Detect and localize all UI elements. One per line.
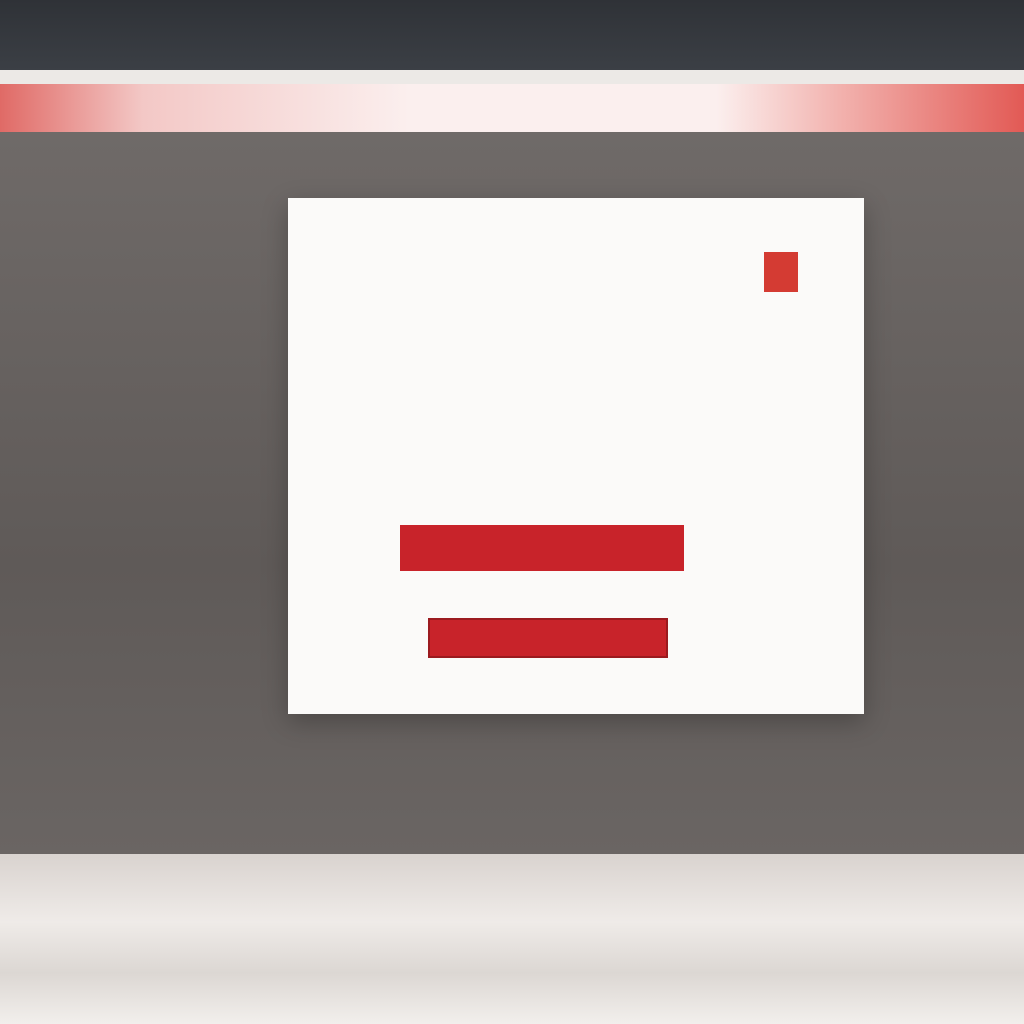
- primary-action-button[interactable]: [400, 525, 684, 571]
- page-footer-area: [0, 854, 1024, 1024]
- close-button[interactable]: [764, 252, 798, 292]
- top-bar: [0, 0, 1024, 70]
- header-banner: [0, 84, 1024, 132]
- secondary-action-button[interactable]: [428, 618, 668, 658]
- modal-dialog: [288, 198, 864, 714]
- page: [0, 0, 1024, 1024]
